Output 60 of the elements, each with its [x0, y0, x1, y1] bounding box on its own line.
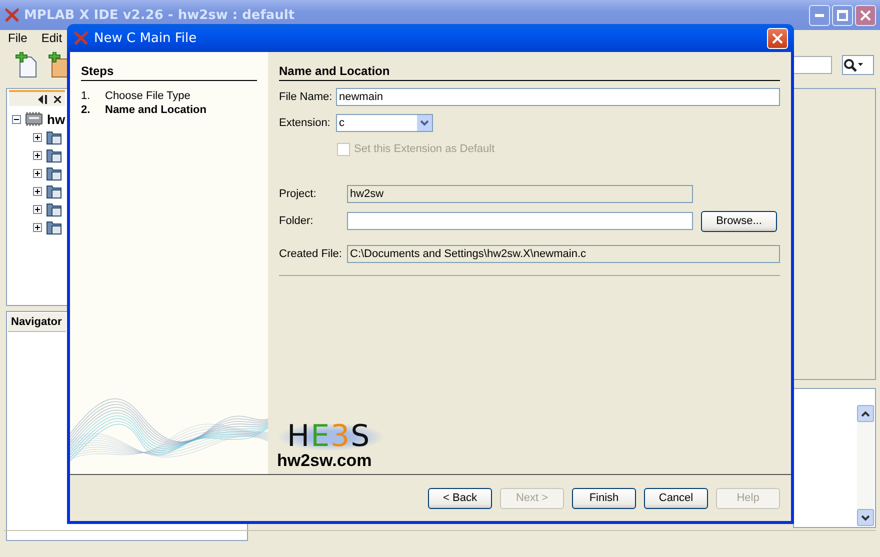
field-label: Extension: — [279, 117, 332, 129]
scrollbar[interactable] — [857, 405, 874, 526]
step-item: 2. Name and Location — [81, 103, 208, 117]
chevron-down-icon — [420, 120, 429, 126]
browse-button[interactable]: Browse... — [701, 210, 777, 232]
close-icon — [772, 32, 783, 44]
created-file-field: C:\Documents and Settings\hw2sw.X\newmain.c — [347, 245, 780, 263]
panel-tab[interactable] — [9, 90, 65, 106]
minimize-button[interactable] — [809, 4, 830, 26]
panel-tab[interactable]: Navigator — [8, 313, 66, 332]
dialog-button[interactable]: < Back — [428, 488, 492, 508]
search-icon — [843, 58, 865, 72]
folder-icon[interactable] — [46, 148, 62, 162]
maximize-button[interactable] — [832, 4, 853, 26]
tree-toggle[interactable] — [33, 186, 42, 196]
field-label: Folder: — [279, 215, 314, 227]
dialog-title: New C Main File — [94, 30, 197, 46]
menu-item[interactable]: Edit — [41, 30, 62, 46]
field-label: Created File: — [279, 248, 343, 260]
close-button[interactable] — [855, 4, 876, 26]
section-heading: Name and Location — [279, 64, 780, 81]
tree-toggle[interactable] — [33, 204, 42, 214]
folder-icon[interactable] — [46, 166, 62, 180]
menu-item[interactable]: File — [8, 30, 28, 46]
close-icon — [860, 10, 871, 20]
folder-icon[interactable] — [46, 184, 62, 198]
folder-icon[interactable] — [46, 220, 62, 234]
chevron-up-icon — [861, 410, 870, 416]
field-label: Project: — [279, 188, 318, 200]
chevron-down-icon — [861, 514, 870, 520]
folder-icon[interactable] — [46, 202, 62, 216]
tree-toggle[interactable] — [33, 150, 42, 160]
minimize-window-icon[interactable] — [38, 94, 48, 104]
app-icon — [4, 7, 20, 23]
tree-toggle[interactable] — [33, 222, 42, 232]
extension-dropdown[interactable]: c — [336, 114, 433, 132]
maximize-icon — [837, 10, 848, 20]
file-name-field[interactable]: newmain — [336, 88, 780, 106]
project-field: hw2sw — [347, 185, 693, 203]
search-button[interactable] — [842, 55, 874, 75]
tree-toggle[interactable] — [33, 168, 42, 178]
tree-toggle[interactable] — [12, 114, 21, 124]
app-icon — [73, 30, 89, 46]
minimize-icon — [815, 14, 824, 16]
scroll-up-button[interactable] — [857, 405, 874, 422]
tree-toggle[interactable] — [33, 132, 42, 142]
folder-icon[interactable] — [46, 130, 62, 144]
step-item: 1. Choose File Type — [81, 89, 192, 103]
dialog-button[interactable]: Cancel — [644, 488, 708, 508]
window-title: MPLAB X IDE v2.26 - hw2sw : default — [24, 8, 295, 22]
close-icon[interactable] — [54, 96, 61, 102]
field-label: File Name: — [279, 91, 334, 103]
project-name[interactable]: hw — [47, 112, 66, 126]
checkbox-label: Set this Extension as Default — [354, 143, 495, 155]
chip-icon — [25, 111, 43, 127]
new-file-icon[interactable] — [14, 52, 38, 78]
dialog-button[interactable]: Finish — [572, 488, 636, 508]
steps-heading: Steps — [81, 64, 257, 81]
folder-field[interactable] — [347, 212, 693, 230]
scroll-down-button[interactable] — [857, 509, 874, 526]
